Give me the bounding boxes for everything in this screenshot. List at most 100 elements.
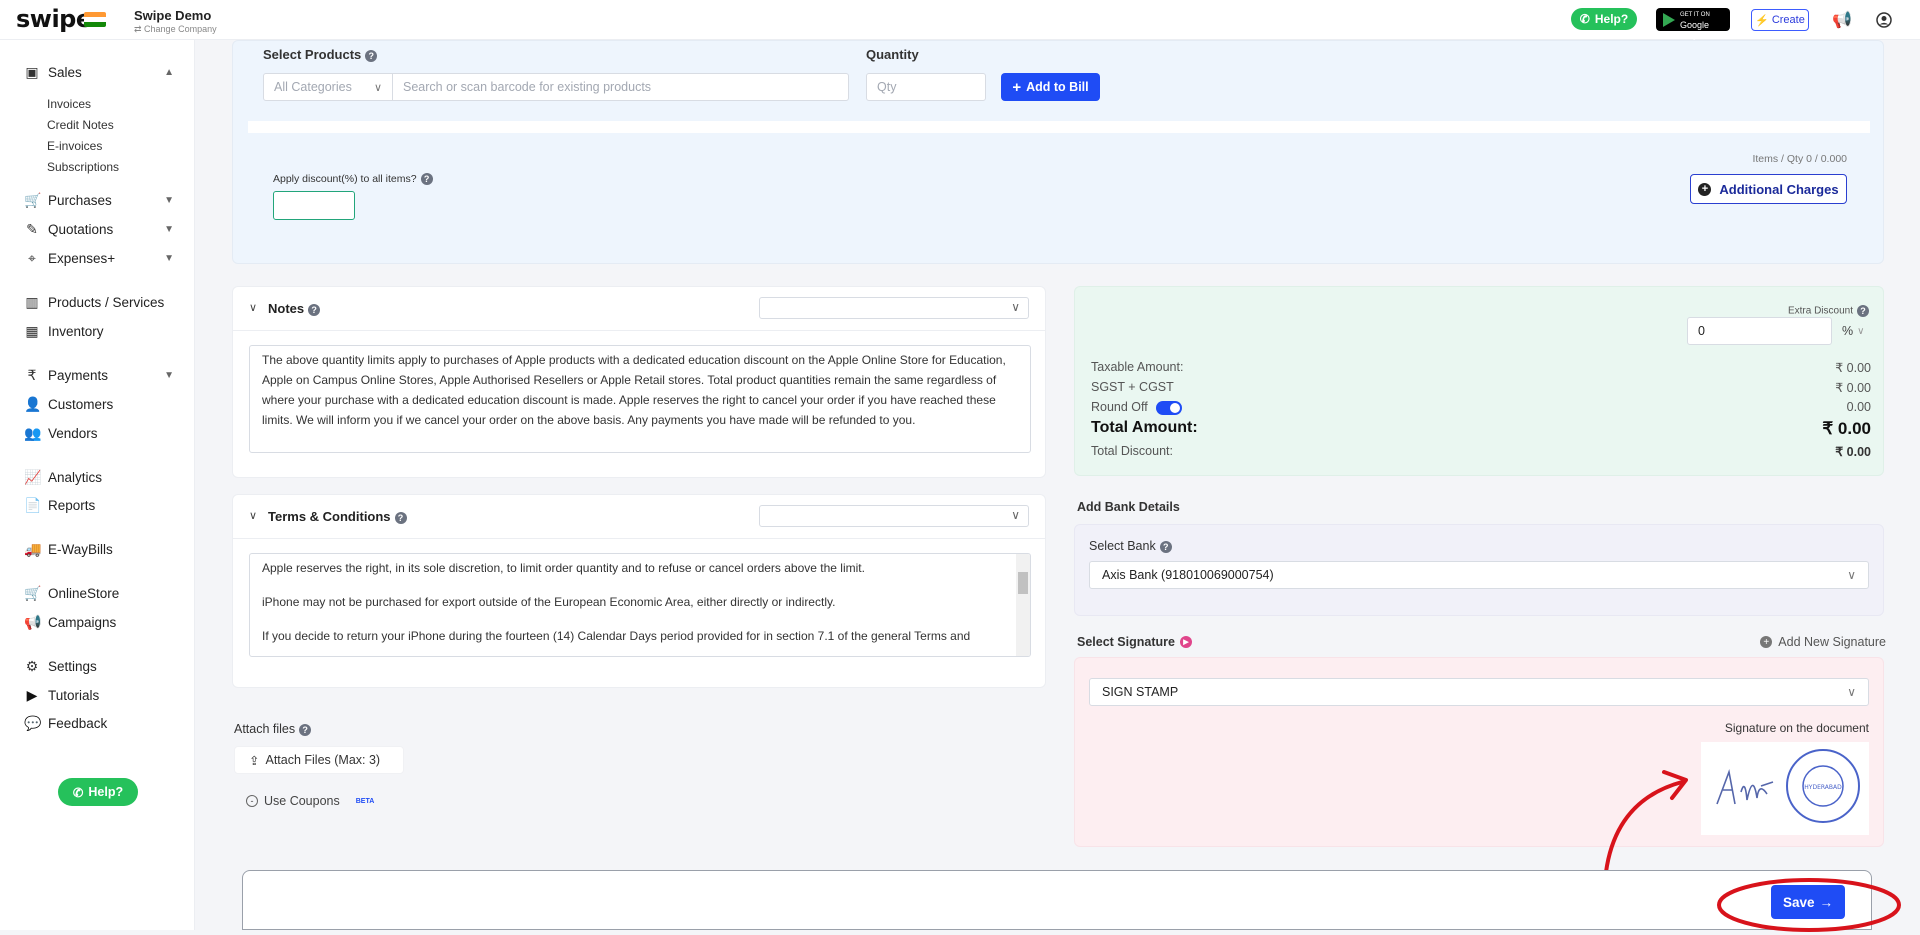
additional-charges-button[interactable]: + Additional Charges	[1690, 174, 1847, 204]
signature-select[interactable]: SIGN STAMP	[1089, 678, 1869, 706]
cart-icon: 🛒	[24, 192, 42, 208]
sidebar-item-customers[interactable]: 👤 Customers	[24, 396, 174, 413]
user-account-icon[interactable]	[1873, 9, 1895, 31]
bank-card: Select Bank? Axis Bank (918010069000754)	[1074, 524, 1884, 616]
help-icon[interactable]: ?	[394, 511, 407, 524]
sidebar-item-vendors[interactable]: 👥 Vendors	[24, 425, 174, 442]
notes-template-select[interactable]	[759, 297, 1029, 319]
sidebar-item-campaigns[interactable]: 📢 Campaigns	[24, 614, 174, 631]
youtube-icon: ▶	[26, 687, 38, 703]
add-to-bill-button[interactable]: + Add to Bill	[1001, 73, 1100, 101]
chevron-down-icon: ∨	[249, 510, 258, 522]
help-icon[interactable]: ?	[308, 303, 321, 316]
products-card: Select Products? Quantity All Categories…	[232, 40, 1884, 264]
sidebar-item-quotations[interactable]: ✎ Quotations ▼	[24, 221, 174, 238]
whatsapp-icon: ✆	[72, 785, 84, 800]
sidebar-item-onlinestore[interactable]: 🛒 OnlineStore	[24, 585, 174, 602]
use-coupons-link[interactable]: - Use Coupons BETA	[246, 794, 374, 808]
sidebar-item-reports[interactable]: 📄 Reports	[24, 497, 174, 514]
terms-template-select[interactable]	[759, 505, 1029, 527]
notes-section: ∨ Notes? The above quantity limits apply…	[232, 286, 1046, 478]
tag-icon: ⌖	[28, 250, 36, 266]
notes-header[interactable]: ∨ Notes?	[233, 287, 1045, 331]
cash-icon: ▣	[25, 64, 39, 80]
annotation-arrow-icon	[1604, 770, 1688, 874]
chevron-down-icon: ∨	[373, 81, 382, 94]
terms-textarea[interactable]: Apple reserves the right, in its sole di…	[249, 553, 1031, 657]
truck-icon: 🚚	[24, 541, 42, 557]
sidebar-item-tutorials[interactable]: ▶ Tutorials	[24, 687, 174, 704]
sidebar-item-invoices[interactable]: Invoices	[47, 97, 91, 111]
sidebar: ▣ Sales ▲ Invoices Credit Notes E-invoic…	[0, 40, 195, 930]
change-company-link[interactable]: ⇄ Change Company	[134, 24, 217, 35]
gst-row: SGST + CGST ₹ 0.00	[1091, 380, 1871, 395]
lightning-icon: ⚡	[1755, 14, 1769, 27]
signature-stamp-image: HYDERABAD	[1701, 742, 1869, 835]
sidebar-item-ewaybills[interactable]: 🚚 E-WayBills	[24, 541, 174, 558]
sidebar-item-credit-notes[interactable]: Credit Notes	[47, 118, 114, 132]
apply-discount-label: Apply discount(%) to all items??	[273, 173, 433, 186]
main-content: Select Products? Quantity All Categories…	[196, 40, 1920, 932]
google-play-badge[interactable]: GET IT ON Google Play	[1656, 8, 1730, 40]
sidebar-item-purchases[interactable]: 🛒 Purchases ▼	[24, 192, 174, 209]
select-signature-label: Select Signature ▶	[1077, 635, 1192, 649]
round-off-toggle[interactable]	[1155, 400, 1182, 415]
notes-textarea[interactable]: The above quantity limits apply to purch…	[249, 345, 1031, 453]
annotation-circle-icon	[1717, 878, 1901, 932]
chevron-down-icon: ▼	[164, 253, 174, 264]
chevron-up-icon: ▲	[164, 67, 174, 78]
help-icon[interactable]: ?	[299, 723, 312, 736]
discount-unit-select[interactable]: % ∨	[1832, 317, 1874, 345]
terms-scrollbar[interactable]	[1016, 554, 1030, 656]
signature-card: SIGN STAMP Signature on the document HYD…	[1074, 657, 1884, 847]
help-icon[interactable]: ?	[1857, 305, 1869, 317]
extra-discount-input[interactable]: 0	[1687, 317, 1832, 345]
create-button[interactable]: ⚡ Create	[1751, 9, 1809, 31]
help-button[interactable]: ✆ Help?	[1571, 8, 1637, 30]
total-discount-row: Total Discount: ₹ 0.00	[1091, 444, 1871, 459]
beta-badge: BETA	[355, 797, 375, 805]
chevron-down-icon: ∨	[249, 302, 258, 314]
company-switcher[interactable]: Swipe Demo ⇄ Change Company	[134, 8, 217, 35]
discount-percent-input[interactable]	[273, 191, 355, 220]
bank-select[interactable]: Axis Bank (918010069000754)	[1089, 561, 1869, 589]
sidebar-item-expenses[interactable]: ⌖ Expenses+ ▼	[24, 250, 174, 267]
report-icon: 📄	[24, 497, 42, 513]
sidebar-item-inventory[interactable]: ▦ Inventory	[24, 323, 174, 340]
swipe-logo[interactable]: swipe	[16, 5, 92, 33]
gear-icon: ⚙	[25, 658, 39, 674]
chevron-down-icon: ▼	[164, 224, 174, 235]
help-icon[interactable]: ?	[1159, 540, 1172, 553]
person-icon: 👤	[24, 396, 42, 412]
barcode-icon: ▥	[25, 294, 39, 310]
rupee-icon: ₹	[27, 367, 37, 383]
plus-circle-icon: +	[1698, 182, 1712, 196]
sidebar-item-payments[interactable]: ₹ Payments ▼	[24, 367, 174, 384]
megaphone-icon[interactable]: 📢	[1831, 9, 1853, 31]
sidebar-item-analytics[interactable]: 📈 Analytics	[24, 469, 174, 486]
taxable-amount-row: Taxable Amount: ₹ 0.00	[1091, 360, 1871, 375]
product-search-input[interactable]: Search or scan barcode for existing prod…	[392, 73, 849, 101]
upload-icon: ⇪	[249, 753, 260, 768]
sidebar-item-e-invoices[interactable]: E-invoices	[47, 139, 102, 153]
sidebar-item-products[interactable]: ▥ Products / Services	[24, 294, 174, 311]
inventory-icon: ▦	[25, 323, 39, 339]
coupon-icon: -	[246, 795, 258, 807]
quantity-input[interactable]: Qty	[866, 73, 986, 101]
terms-header[interactable]: ∨ Terms & Conditions?	[233, 495, 1045, 539]
sidebar-item-settings[interactable]: ⚙ Settings	[24, 658, 174, 675]
scrollbar-thumb[interactable]	[1018, 572, 1028, 594]
help-icon[interactable]: ?	[420, 173, 433, 186]
play-circle-icon[interactable]: ▶	[1179, 636, 1192, 648]
help-icon[interactable]: ?	[365, 49, 378, 62]
attach-files-button[interactable]: ⇪ Attach Files (Max: 3)	[234, 746, 404, 774]
items-table-strip	[248, 121, 1870, 133]
sidebar-item-sales[interactable]: ▣ Sales ▲	[24, 64, 174, 81]
add-new-signature-link[interactable]: + Add New Signature	[1760, 635, 1886, 649]
sidebar-help-button[interactable]: ✆ Help?	[58, 778, 138, 806]
notes-title: Notes?	[268, 301, 321, 316]
sidebar-item-feedback[interactable]: 💬 Feedback	[24, 715, 174, 732]
plus-icon: +	[1012, 78, 1022, 96]
category-select[interactable]: All Categories ∨	[263, 73, 393, 101]
sidebar-item-subscriptions[interactable]: Subscriptions	[47, 160, 119, 174]
